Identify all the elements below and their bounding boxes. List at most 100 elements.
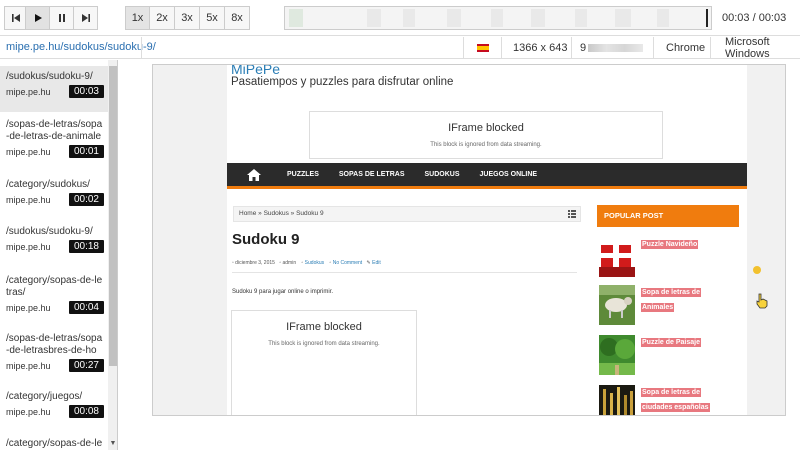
url-spacer — [141, 37, 463, 59]
pageview-item[interactable]: /sopas-de-letras/sopa-de-letrasbres-de-h… — [0, 328, 108, 376]
os-name: Microsoft Windows — [725, 36, 770, 60]
popular-post-link[interactable]: Sopa de letras de Animales — [641, 285, 701, 315]
pageview-host: mipe.pe.hu — [6, 241, 51, 252]
pause-button[interactable] — [49, 6, 74, 30]
pageview-duration: 00:08 — [68, 405, 104, 418]
pageview-duration: 00:03 — [68, 85, 104, 98]
nav-puzzles[interactable]: PUZZLES — [287, 171, 319, 178]
browser-name: Chrome — [666, 42, 706, 54]
park-thumbnail[interactable] — [599, 335, 635, 375]
post-comments-link[interactable]: No Comment — [333, 260, 362, 266]
pageview-item[interactable]: /category/juegos/ mipe.pe.hu 00:08 — [0, 386, 108, 422]
pageview-host: mipe.pe.hu — [6, 146, 51, 157]
popular-post-item[interactable]: Puzzle de Paisaje — [599, 335, 739, 377]
pageview-item[interactable]: /category/sopas-de-le — [0, 433, 108, 450]
sheep-thumbnail[interactable] — [599, 285, 635, 325]
speed-5x-button[interactable]: 5x — [200, 6, 225, 30]
session-info-bar: mipe.pe.hu/sudokus/sudoku-9/ 1366 x 643 … — [0, 36, 800, 60]
post-divider — [232, 272, 577, 273]
skip-forward-icon — [81, 14, 90, 22]
screen-resolution: 1366 x 643 — [513, 42, 568, 54]
pageview-path: /category/sudokus/ — [6, 179, 90, 190]
playhead[interactable] — [706, 9, 708, 27]
popular-post-item[interactable]: Sopa de letras de Animales — [599, 285, 739, 327]
click-marker — [753, 266, 761, 274]
pageview-path: /category/sopas-de-le — [6, 438, 103, 449]
browser-cell: Chrome — [653, 37, 710, 59]
hand-cursor-icon — [756, 293, 768, 309]
list-view-icon[interactable] — [568, 210, 576, 218]
iframe-blocked-title: IFrame blocked — [448, 122, 524, 134]
sidebar-scrollbar[interactable]: ▼ — [108, 60, 117, 450]
play-icon — [34, 14, 42, 22]
post-meta: ▫ diciembre 3, 2015 ▫ admin ▫ Sudokus ▫ … — [232, 260, 381, 266]
pageview-path: /sudokus/sudoku-9/ — [6, 226, 93, 237]
pageview-path: /sopas-de-letras/sopa-de-letras-de-anima… — [6, 119, 103, 142]
popular-post-link[interactable]: Sopa de letras de ciudades españolas — [641, 385, 710, 415]
iframe-blocked-note: This block is ignored from data streamin… — [430, 142, 542, 148]
post-title: Sudoku 9 — [232, 231, 300, 248]
play-button[interactable] — [25, 6, 50, 30]
post-edit-link[interactable]: Edit — [372, 260, 381, 266]
popular-post-link[interactable]: Puzzle de Paisaje — [641, 335, 701, 350]
player-toolbar: 1x 2x 3x 5x 8x 00:03 / 00:03 — [0, 0, 800, 36]
nav-sopas-de-letras[interactable]: SOPAS DE LETRAS — [339, 171, 405, 178]
speed-8x-button[interactable]: 8x — [225, 6, 250, 30]
breadcrumb-text[interactable]: Home » Sudokus » Sudoku 9 — [239, 210, 324, 217]
pageview-item[interactable]: /sudokus/sudoku-9/ mipe.pe.hu 00:03 — [0, 66, 108, 112]
speed-3x-button[interactable]: 3x — [175, 6, 200, 30]
skip-forward-button[interactable] — [73, 6, 98, 30]
recorded-page: MiPePe Pasatiempos y puzzles para disfru… — [227, 65, 768, 416]
calendar-icon: ▫ — [232, 260, 234, 266]
pageview-duration: 00:01 — [68, 145, 104, 158]
pageview-duration: 00:27 — [68, 359, 104, 372]
nav-juegos-online[interactable]: JUEGOS ONLINE — [480, 171, 538, 178]
popular-post-item[interactable]: Puzzle Navideño — [599, 237, 739, 279]
scroll-down-icon[interactable]: ▼ — [109, 440, 117, 448]
redacted-ip — [588, 44, 644, 52]
skip-back-button[interactable] — [4, 6, 26, 30]
main-nav: PUZZLES SOPAS DE LETRAS SUDOKUS JUEGOS O… — [227, 163, 747, 189]
speed-1x-button[interactable]: 1x — [125, 6, 150, 30]
folder-icon: ▫ — [301, 260, 304, 266]
pageview-item[interactable]: /sopas-de-letras/sopa-de-letras-de-anima… — [0, 114, 108, 162]
skip-back-icon — [11, 14, 20, 22]
post-date: diciembre 3, 2015 — [235, 260, 275, 266]
post-category-link[interactable]: Sudokus — [305, 260, 324, 266]
post-body: Sudoku 9 para jugar online o imprimir. — [232, 289, 334, 295]
country-cell — [463, 37, 501, 59]
nav-sudokus[interactable]: SUDOKUS — [425, 171, 460, 178]
iframe-blocked-note: This block is ignored from data streamin… — [268, 341, 380, 347]
popular-post-link[interactable]: Puzzle Navideño — [641, 237, 699, 252]
popular-post-heading: POPULAR POST — [597, 205, 739, 227]
pageview-item[interactable]: /sudokus/sudoku-9/ mipe.pe.hu 00:18 — [0, 221, 108, 257]
speed-2x-button[interactable]: 2x — [150, 6, 175, 30]
scrollbar-thumb[interactable] — [109, 66, 117, 366]
city-thumbnail[interactable] — [599, 385, 635, 416]
site-tagline: Pasatiempos y puzzles para disfrutar onl… — [231, 76, 454, 88]
blocked-iframe: IFrame blocked This block is ignored fro… — [231, 310, 417, 415]
pageview-item[interactable]: /category/sopas-de-letras/ mipe.pe.hu 00:… — [0, 270, 108, 318]
pageview-item[interactable]: /category/sudokus/ mipe.pe.hu 00:02 — [0, 174, 108, 210]
ip-cell: 9 — [571, 37, 653, 59]
ip-address: 9 — [580, 42, 587, 54]
time-readout: 00:03 / 00:03 — [722, 12, 787, 24]
pageview-list: /sudokus/sudoku-9/ mipe.pe.hu 00:03 /sopa… — [0, 60, 118, 450]
pageview-host: mipe.pe.hu — [6, 406, 51, 417]
home-icon[interactable] — [241, 168, 267, 181]
pageview-duration: 00:04 — [68, 301, 104, 314]
pageview-duration: 00:18 — [68, 240, 104, 253]
pageview-host: mipe.pe.hu — [6, 86, 51, 97]
author-icon: ▫ — [279, 260, 282, 266]
pause-icon — [58, 14, 65, 22]
current-url[interactable]: mipe.pe.hu/sudokus/sudoku-9/ — [6, 41, 156, 53]
popular-post-item[interactable]: Sopa de letras de ciudades españolas — [599, 385, 739, 416]
blocked-iframe: IFrame blocked This block is ignored fro… — [309, 111, 663, 159]
gift-thumbnail[interactable] — [599, 237, 635, 277]
pageview-host: mipe.pe.hu — [6, 360, 51, 371]
os-cell: Microsoft Windows — [710, 36, 800, 60]
breadcrumb: Home » Sudokus » Sudoku 9 — [233, 206, 581, 222]
playback-timeline[interactable] — [284, 6, 712, 30]
pageview-path: /category/juegos/ — [6, 391, 83, 402]
pageview-path: /category/sopas-de-letras/ — [6, 275, 103, 298]
